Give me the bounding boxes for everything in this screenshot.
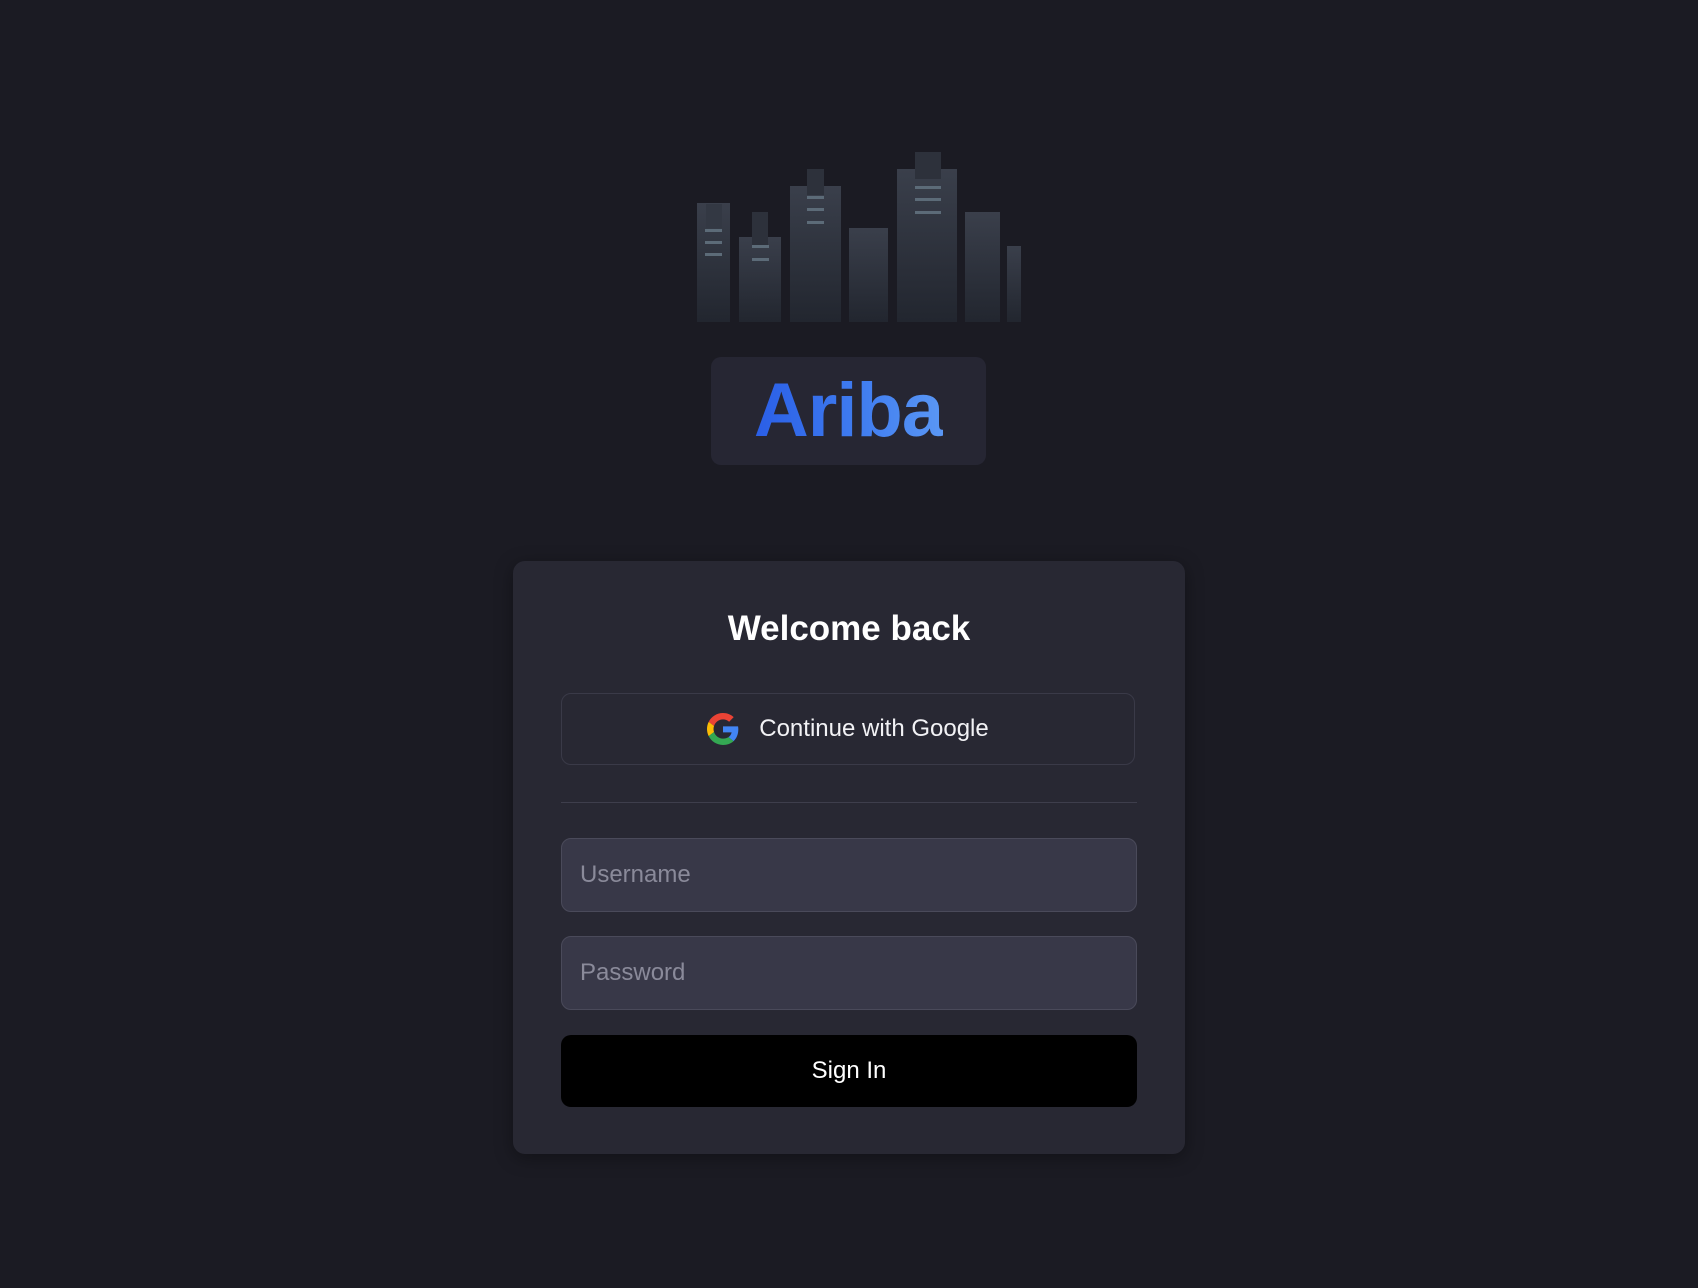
city-skyline-icon <box>697 152 1021 322</box>
page-title: Welcome back <box>727 609 971 648</box>
brand-name: Ariba <box>753 368 944 453</box>
sign-in-button[interactable]: Sign In <box>561 1035 1137 1107</box>
divider <box>561 802 1137 803</box>
password-input[interactable] <box>561 936 1137 1010</box>
google-g-icon <box>707 713 739 745</box>
username-input[interactable] <box>561 838 1137 912</box>
login-card: Welcome back Continue with Google Sign I… <box>513 561 1185 1154</box>
google-button-label: Continue with Google <box>759 715 989 742</box>
continue-with-google-button[interactable]: Continue with Google <box>561 693 1135 765</box>
brand-logo-box: Ariba <box>711 357 986 465</box>
login-page: Ariba Welcome back Continue with Google … <box>0 0 1698 1288</box>
